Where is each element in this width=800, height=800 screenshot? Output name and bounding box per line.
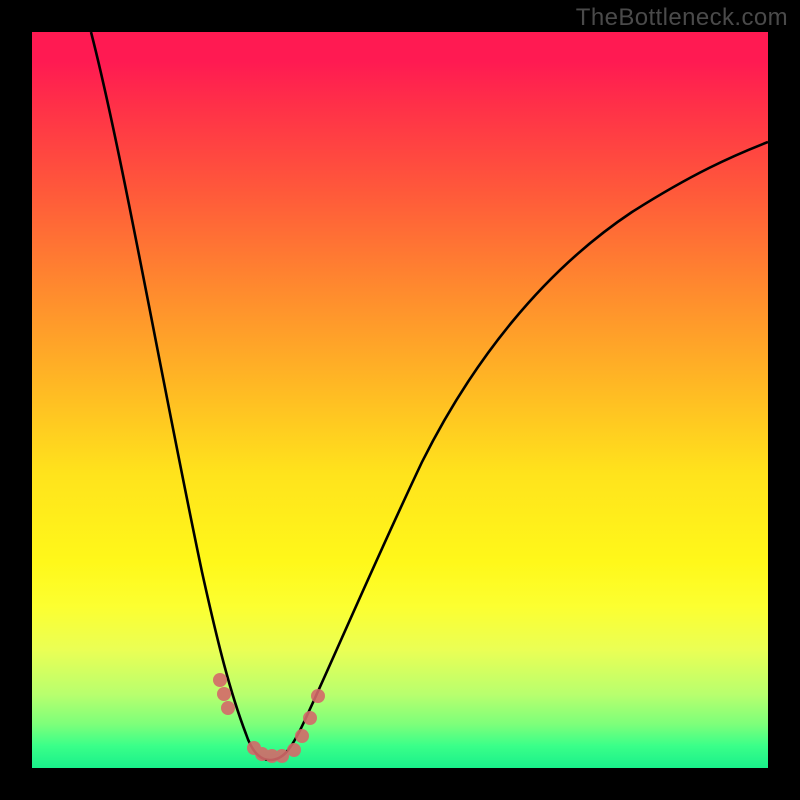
watermark-text: TheBottleneck.com <box>576 4 788 32</box>
curve-layer <box>32 32 768 768</box>
plot-area <box>32 32 768 768</box>
bottleneck-curve <box>91 32 768 760</box>
outer-frame: TheBottleneck.com <box>0 0 800 800</box>
